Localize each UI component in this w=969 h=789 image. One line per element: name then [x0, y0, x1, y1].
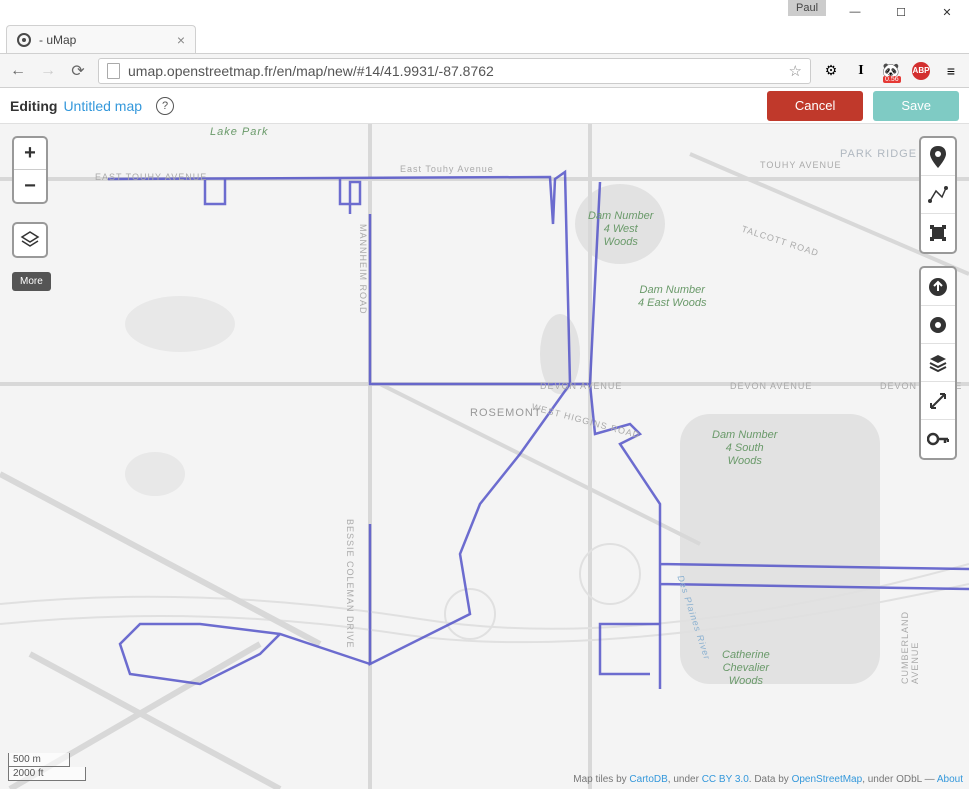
map-canvas[interactable]: EAST TOUHY AVENUE East Touhy Avenue TOUH… — [0, 124, 969, 789]
layers-icon — [20, 230, 40, 250]
place-label: PARK RIDGE — [840, 148, 917, 160]
zoom-control: + − — [12, 136, 48, 204]
center-zoom-button[interactable] — [921, 382, 955, 420]
scale-control: 500 m 2000 ft — [8, 753, 86, 781]
permissions-button[interactable] — [921, 420, 955, 458]
tab-strip: - uMap × — [0, 24, 969, 54]
minimize-button[interactable]: — — [841, 2, 869, 22]
polyline-icon — [928, 185, 948, 205]
back-button[interactable]: ← — [8, 61, 28, 81]
park-label: Catherine Chevalier Woods — [722, 649, 770, 689]
tile-layers-button[interactable] — [921, 344, 955, 382]
import-data-button[interactable] — [921, 268, 955, 306]
cancel-button[interactable]: Cancel — [767, 91, 863, 121]
settings-gear-icon[interactable]: ⚙ — [821, 61, 841, 81]
road-label: DEVON AVENUE — [540, 381, 622, 391]
marker-icon — [930, 146, 946, 168]
road-label: MANNHEIM ROAD — [358, 224, 368, 315]
scale-metric: 500 m — [8, 753, 70, 767]
save-button[interactable]: Save — [873, 91, 959, 121]
bookmark-star-icon[interactable]: ☆ — [789, 62, 802, 80]
window-titlebar: Paul — ☐ ✕ — [0, 0, 969, 24]
attrib-cc-link[interactable]: CC BY 3.0 — [702, 774, 749, 785]
attrib-osm-link[interactable]: OpenStreetMap — [792, 774, 863, 785]
road-label: CUMBERLAND AVENUE — [900, 611, 920, 684]
address-bar: ← → ⟳ umap.openstreetmap.fr/en/map/new/#… — [0, 54, 969, 88]
road-label: TOUHY AVENUE — [760, 160, 842, 170]
road-label: BESSIE COLEMAN DRIVE — [345, 519, 355, 649]
tab-title: - uMap — [39, 33, 76, 47]
gear-icon — [928, 315, 948, 335]
road-label: East Touhy Avenue — [400, 164, 494, 174]
attrib-about-link[interactable]: About — [937, 774, 963, 785]
app-header: Editing Untitled map ? Cancel Save — [0, 88, 969, 124]
draw-marker-button[interactable] — [921, 138, 955, 176]
extension-i-icon[interactable]: I — [851, 61, 871, 81]
help-icon[interactable]: ? — [156, 97, 174, 115]
user-tag: Paul — [788, 0, 826, 16]
layers-button[interactable] — [12, 222, 48, 258]
scale-imperial: 2000 ft — [8, 767, 86, 781]
stack-icon — [928, 353, 948, 373]
adblock-icon[interactable]: ABP — [911, 61, 931, 81]
reload-button[interactable]: ⟳ — [68, 61, 88, 81]
place-label: ROSEMONT — [470, 407, 542, 419]
chrome-menu-icon[interactable]: ≡ — [941, 61, 961, 81]
basemap-svg — [0, 124, 969, 789]
road-label: EAST TOUHY AVENUE — [95, 172, 207, 182]
polygon-icon — [929, 224, 947, 242]
tab-close-icon[interactable]: × — [177, 32, 185, 48]
forward-button[interactable]: → — [38, 61, 58, 81]
page-icon — [107, 63, 120, 79]
map-name-link[interactable]: Untitled map — [63, 98, 142, 114]
map-settings-button[interactable] — [921, 306, 955, 344]
right-toolbar — [919, 136, 957, 460]
key-icon — [927, 432, 949, 446]
upload-icon — [928, 277, 948, 297]
park-label: Dam Number 4 West Woods — [588, 210, 653, 250]
browser-tab[interactable]: - uMap × — [6, 25, 196, 53]
extension-panda-icon[interactable]: 🐼0.56 — [881, 61, 901, 81]
more-button[interactable]: More — [12, 272, 51, 291]
close-window-button[interactable]: ✕ — [933, 2, 961, 22]
park-label: Dam Number 4 East Woods — [638, 284, 706, 310]
center-icon — [928, 391, 948, 411]
zoom-out-button[interactable]: − — [14, 170, 46, 202]
attrib-cartodb-link[interactable]: CartoDB — [629, 774, 667, 785]
editing-label: Editing — [10, 98, 57, 114]
park-label: Dam Number 4 South Woods — [712, 429, 777, 469]
umap-favicon-icon — [17, 33, 31, 47]
road-label: DEVON AVENUE — [730, 381, 812, 391]
park-label: Lake Park — [210, 126, 269, 138]
url-input[interactable]: umap.openstreetmap.fr/en/map/new/#14/41.… — [98, 58, 811, 84]
url-text: umap.openstreetmap.fr/en/map/new/#14/41.… — [128, 63, 494, 79]
zoom-in-button[interactable]: + — [14, 138, 46, 170]
maximize-button[interactable]: ☐ — [887, 2, 915, 22]
draw-polygon-button[interactable] — [921, 214, 955, 252]
attribution: Map tiles by CartoDB, under CC BY 3.0. D… — [573, 774, 963, 785]
draw-polyline-button[interactable] — [921, 176, 955, 214]
